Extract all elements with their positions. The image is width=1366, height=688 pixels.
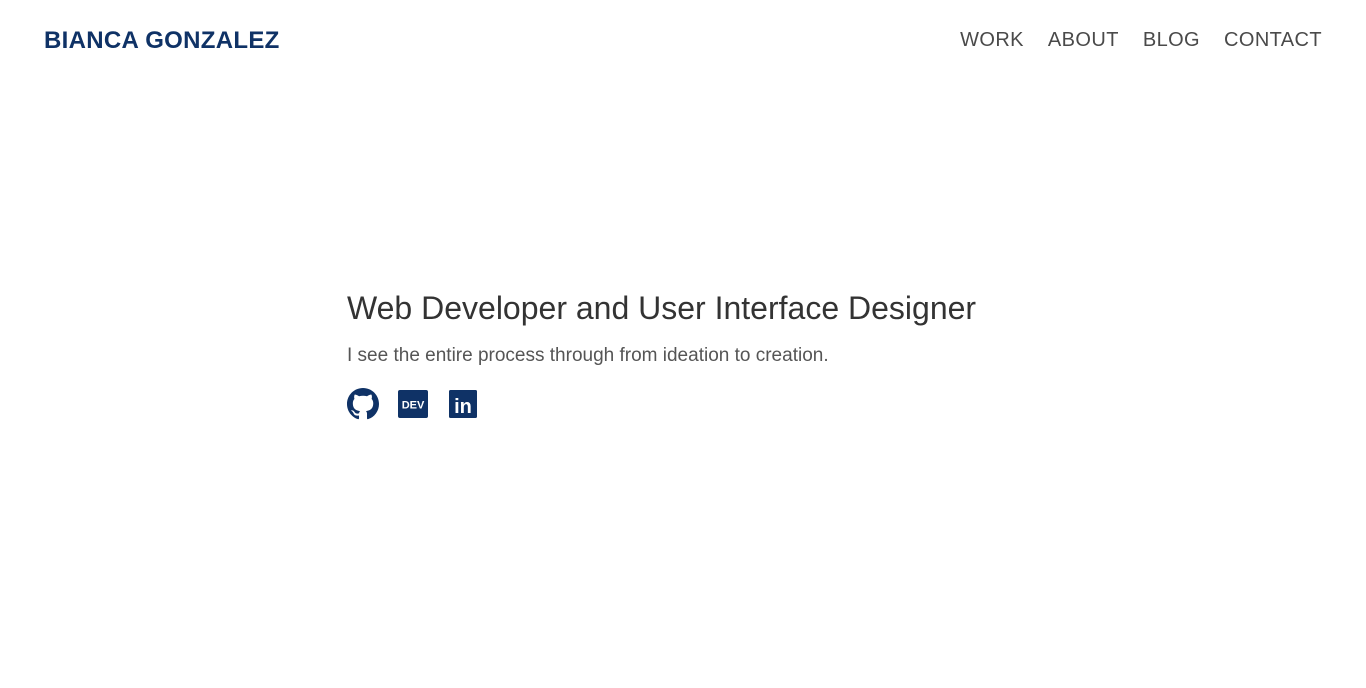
main-nav: WORK ABOUT BLOG CONTACT	[960, 29, 1322, 52]
social-links: DEV in	[347, 388, 1047, 420]
nav-item-about[interactable]: ABOUT	[1048, 29, 1119, 52]
hero-subtitle: I see the entire process through from id…	[347, 345, 829, 366]
hero-title: Web Developer and User Interface Designe…	[347, 290, 977, 326]
site-header: BIANCA GONZALEZ WORK ABOUT BLOG CONTACT	[0, 0, 1366, 82]
dev-icon: DEV	[398, 390, 428, 418]
linkedin-link[interactable]: in	[447, 388, 479, 420]
nav-item-work[interactable]: WORK	[960, 29, 1024, 52]
nav-item-blog[interactable]: BLOG	[1143, 29, 1200, 52]
hero-section: Web Developer and User Interface Designe…	[347, 288, 1047, 420]
brand-logo-link[interactable]: BIANCA GONZALEZ	[44, 27, 280, 55]
github-icon	[347, 388, 379, 420]
linkedin-icon-text: in	[454, 396, 472, 418]
github-link[interactable]	[347, 388, 379, 420]
dev-link[interactable]: DEV	[397, 388, 429, 420]
dev-icon-text: DEV	[402, 400, 425, 412]
nav-item-contact[interactable]: CONTACT	[1224, 29, 1322, 52]
linkedin-icon: in	[449, 390, 477, 418]
